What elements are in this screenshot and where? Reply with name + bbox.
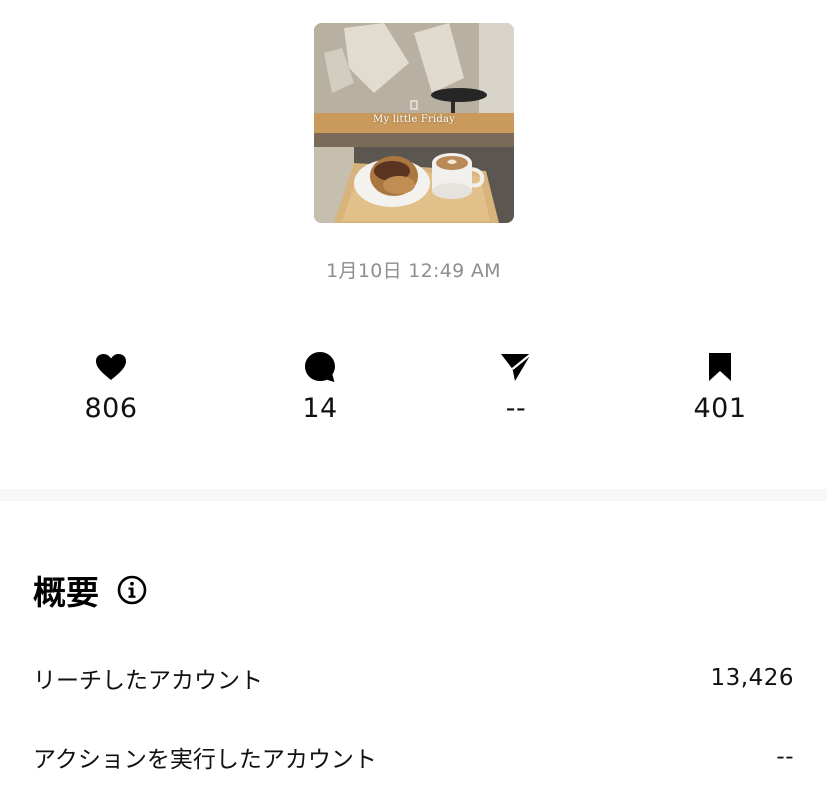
paper-plane-icon — [456, 350, 576, 384]
post-thumbnail[interactable]: My little Friday — [314, 23, 514, 223]
accounts-reached-label: リーチしたアカウント — [33, 668, 263, 694]
accounts-engaged-value: -- — [776, 744, 794, 770]
overview-header: 概要 — [33, 566, 147, 614]
likes-stat: 806 — [51, 350, 171, 424]
accounts-engaged-row[interactable]: アクションを実行したアカウント -- — [33, 740, 794, 774]
comment-icon — [260, 350, 380, 384]
accounts-engaged-label: アクションを実行したアカウント — [33, 747, 377, 773]
overview-title: 概要 — [33, 573, 99, 612]
shares-count: -- — [505, 393, 527, 424]
section-divider — [0, 489, 827, 501]
accounts-reached-value: 13,426 — [710, 665, 794, 691]
info-icon[interactable] — [117, 575, 147, 605]
heart-icon — [51, 350, 171, 384]
saves-stat: 401 — [660, 350, 780, 424]
thumbnail-caption: My little Friday — [373, 114, 455, 125]
comments-count: 14 — [302, 393, 338, 424]
comments-stat: 14 — [260, 350, 380, 424]
shares-stat: -- — [456, 350, 576, 424]
accounts-reached-row[interactable]: リーチしたアカウント 13,426 — [33, 661, 794, 695]
likes-count: 806 — [84, 393, 138, 424]
bookmark-icon — [660, 350, 780, 384]
post-timestamp: 1月10日 12:49 AM — [326, 260, 501, 282]
saves-count: 401 — [693, 393, 747, 424]
